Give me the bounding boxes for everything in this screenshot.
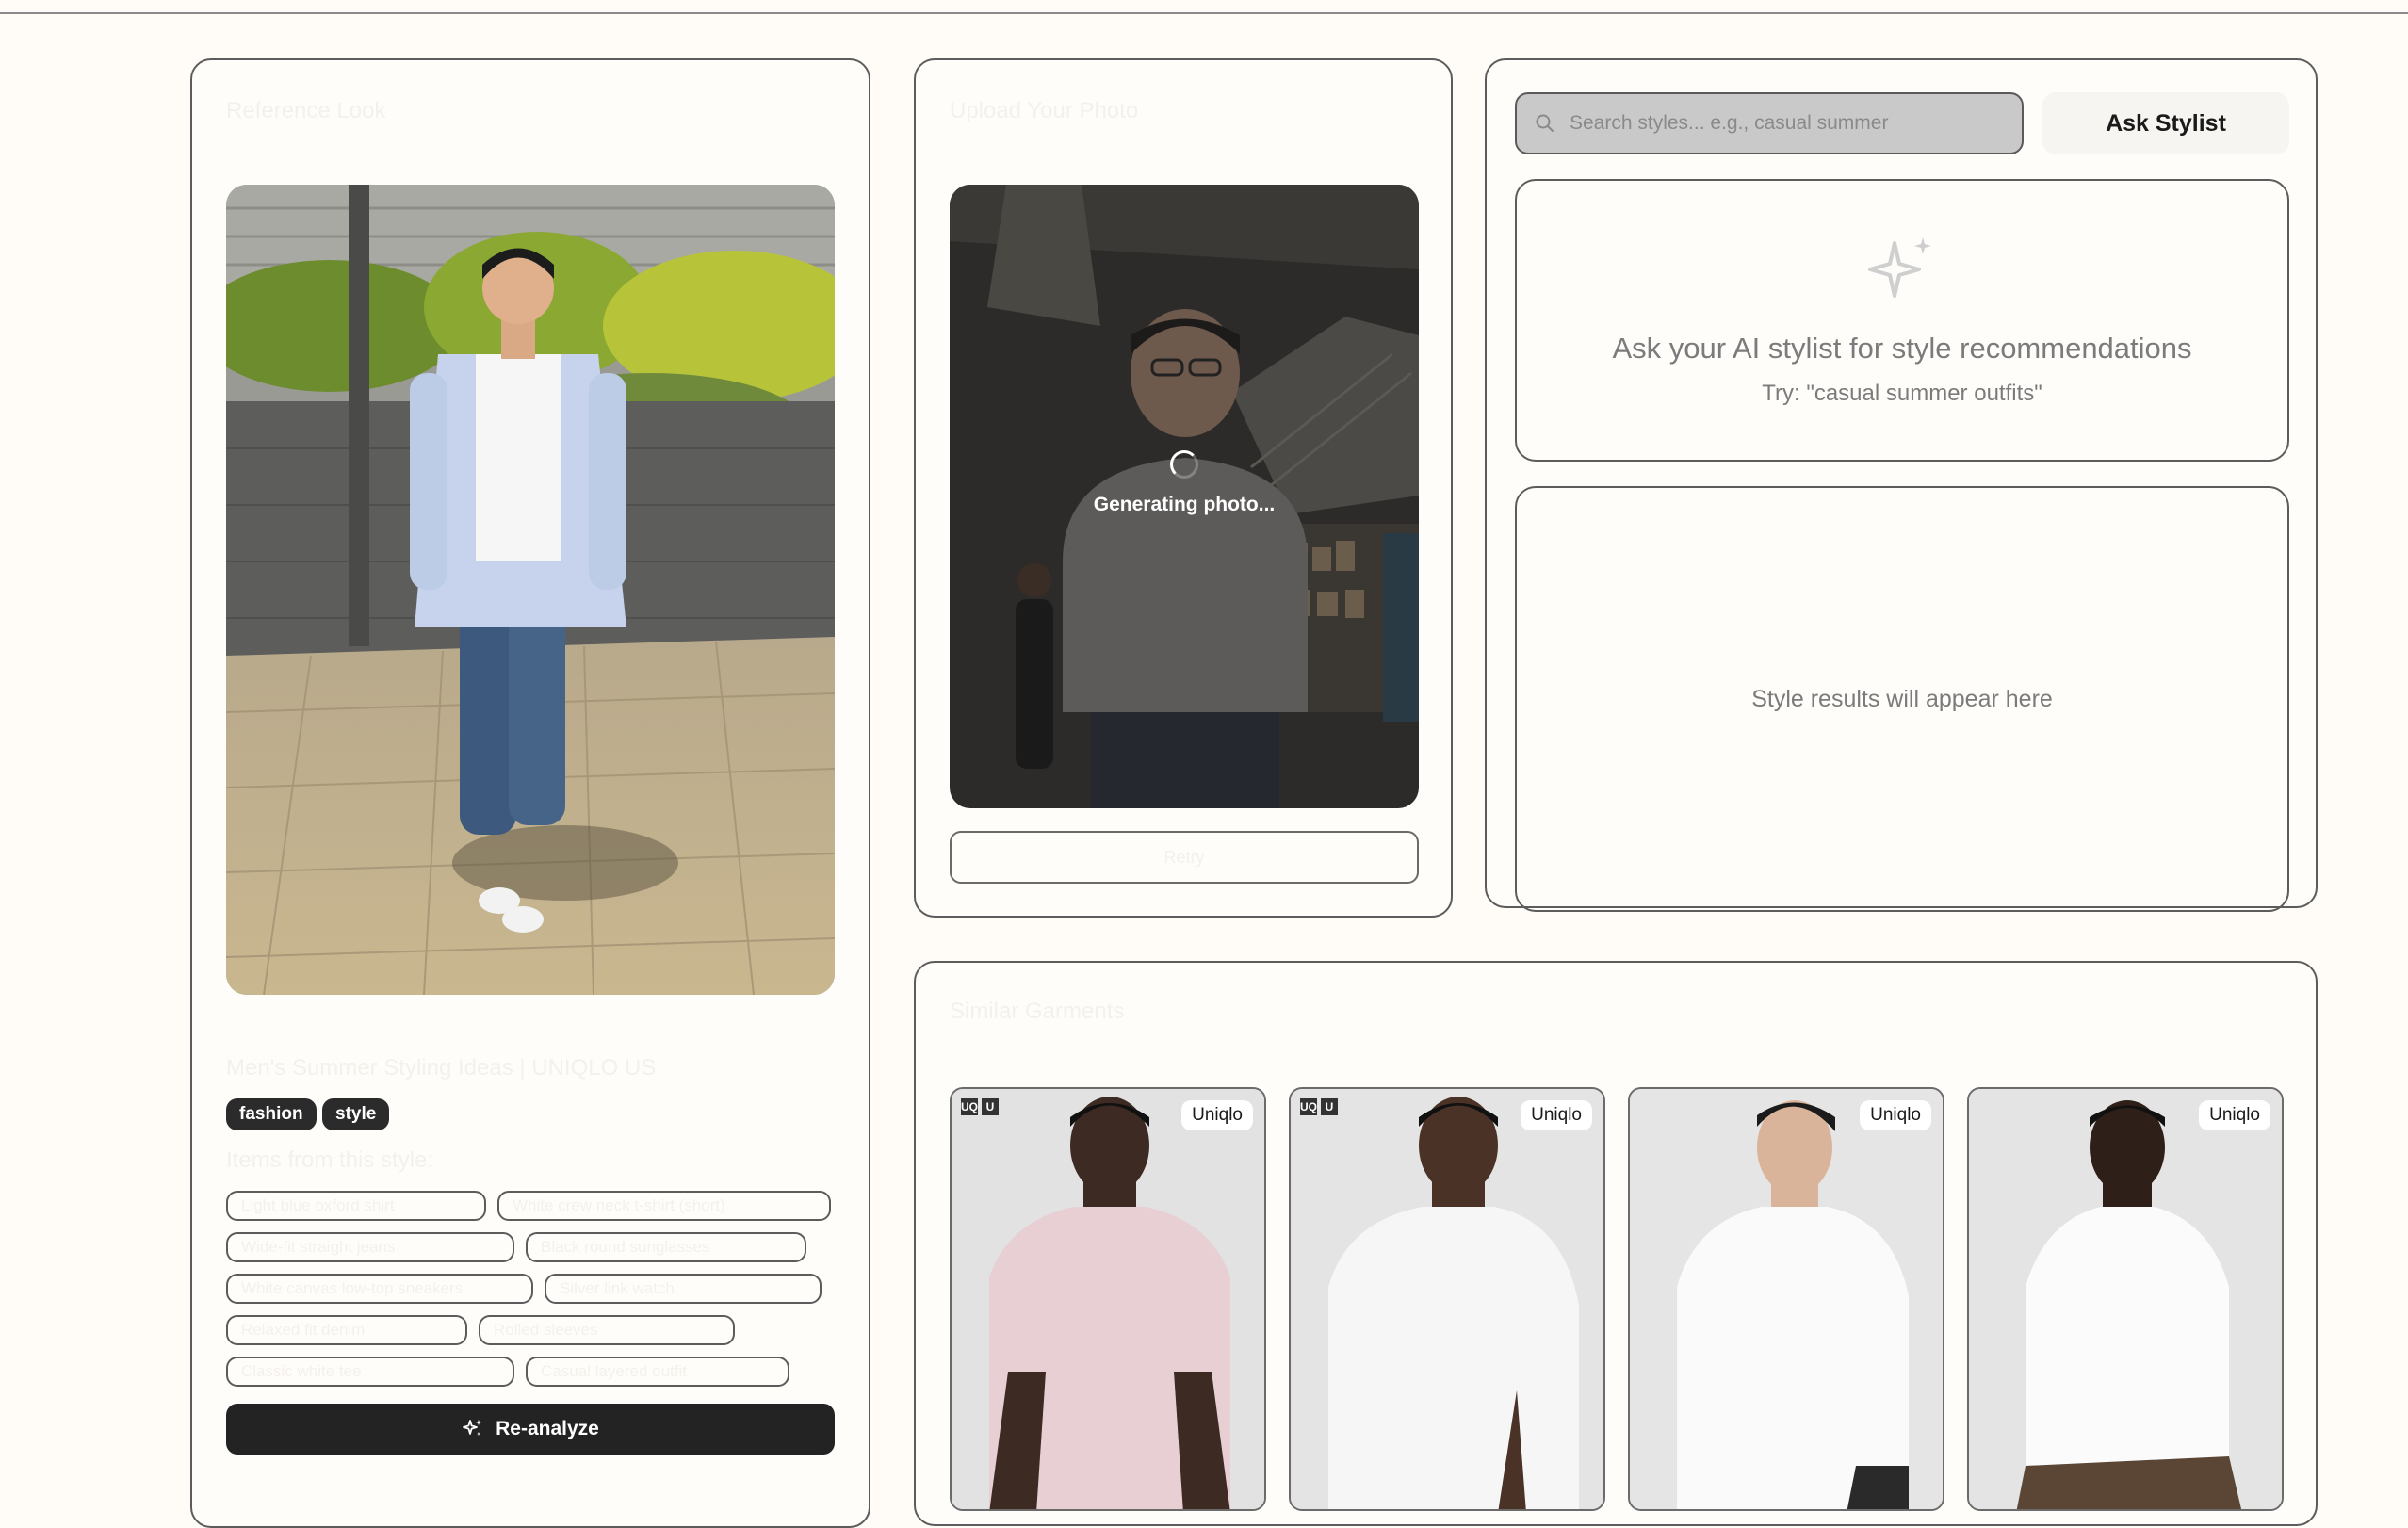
style-results-box: Style results will appear here <box>1515 486 2289 912</box>
reference-look-title: Reference Look <box>226 98 386 123</box>
garment-card[interactable]: Uniqlo <box>1628 1087 1944 1511</box>
brand-badge: Uniqlo <box>2199 1100 2270 1130</box>
results-placeholder-text: Style results will appear here <box>1751 686 2053 712</box>
reference-look-panel: Reference Look Men's Summer Styling Idea… <box>190 58 870 1528</box>
sparkle-icon <box>463 1420 482 1436</box>
garment-image <box>1291 1089 1603 1509</box>
loading-spinner-icon <box>1170 450 1198 479</box>
recommendation-title: Ask your AI stylist for style recommenda… <box>1612 332 2192 365</box>
garment-card[interactable]: Uniqlo <box>1967 1087 2284 1511</box>
uploaded-photo: Generating photo... <box>950 185 1419 808</box>
item-chip[interactable]: Rolled sleeves <box>479 1315 735 1345</box>
uniqlo-logo-icon: UQ U <box>1300 1098 1338 1115</box>
uniqlo-logo-icon: UQ U <box>961 1098 999 1115</box>
item-chip[interactable]: Black round sunglasses <box>526 1232 806 1262</box>
item-chip[interactable]: Wide-fit straight jeans <box>226 1232 514 1262</box>
recommendation-box: Ask your AI stylist for style recommenda… <box>1515 179 2289 462</box>
garment-card[interactable]: UQ U Uniqlo <box>1289 1087 1605 1511</box>
reference-photo <box>226 185 835 995</box>
item-chip[interactable]: Relaxed fit denim <box>226 1315 467 1345</box>
brand-badge: Uniqlo <box>1181 1100 1253 1130</box>
similar-garments-title: Similar Garments <box>950 999 1125 1024</box>
items-label: Items from this style: <box>226 1147 434 1173</box>
search-box[interactable] <box>1515 92 2024 154</box>
reanalyze-button[interactable]: Re-analyze <box>226 1404 835 1455</box>
item-chip[interactable]: Classic white tee <box>226 1357 514 1387</box>
reanalyze-label: Re-analyze <box>496 1418 599 1439</box>
upload-title: Upload Your Photo <box>950 98 1139 123</box>
item-chip[interactable]: Casual layered outfit <box>526 1357 789 1387</box>
sparkle-icon <box>1868 237 1931 298</box>
brand-badge: Uniqlo <box>1521 1100 1592 1130</box>
upload-photo-panel: Upload Your Photo Generating photo... Re… <box>914 58 1453 918</box>
ai-stylist-panel: Ask Stylist Ask your AI stylist for styl… <box>1485 58 2318 912</box>
top-bar <box>0 0 2408 14</box>
item-chip[interactable]: Silver link watch <box>545 1274 822 1304</box>
garment-image <box>952 1089 1264 1509</box>
search-input[interactable] <box>1570 112 2022 135</box>
generating-overlay: Generating photo... <box>950 185 1419 808</box>
ask-stylist-button[interactable]: Ask Stylist <box>2042 92 2289 154</box>
reference-photo-image <box>226 185 835 995</box>
recommendation-hint: Try: "casual summer outfits" <box>1762 381 2042 406</box>
similar-garments-panel: Similar Garments UQU Uniqlo UQU Uniqlo <box>914 961 2318 1526</box>
garment-image <box>1630 1089 1943 1509</box>
generating-text: Generating photo... <box>1093 494 1276 515</box>
item-chip[interactable]: White canvas low-top sneakers <box>226 1274 533 1304</box>
item-chip[interactable]: White crew neck t-shirt (short) <box>497 1191 831 1221</box>
tag-fashion[interactable]: fashion <box>226 1098 317 1130</box>
item-chip[interactable]: Light blue oxford shirt <box>226 1191 486 1221</box>
search-icon <box>1536 114 1554 132</box>
reference-caption: Men's Summer Styling Ideas | UNIQLO US <box>226 1055 657 1081</box>
garment-image <box>1969 1089 2282 1509</box>
tag-style[interactable]: style <box>322 1098 390 1130</box>
brand-badge: Uniqlo <box>1860 1100 1931 1130</box>
retry-button[interactable]: Retry <box>950 831 1419 884</box>
garment-card[interactable]: UQ U Uniqlo <box>950 1087 1266 1511</box>
